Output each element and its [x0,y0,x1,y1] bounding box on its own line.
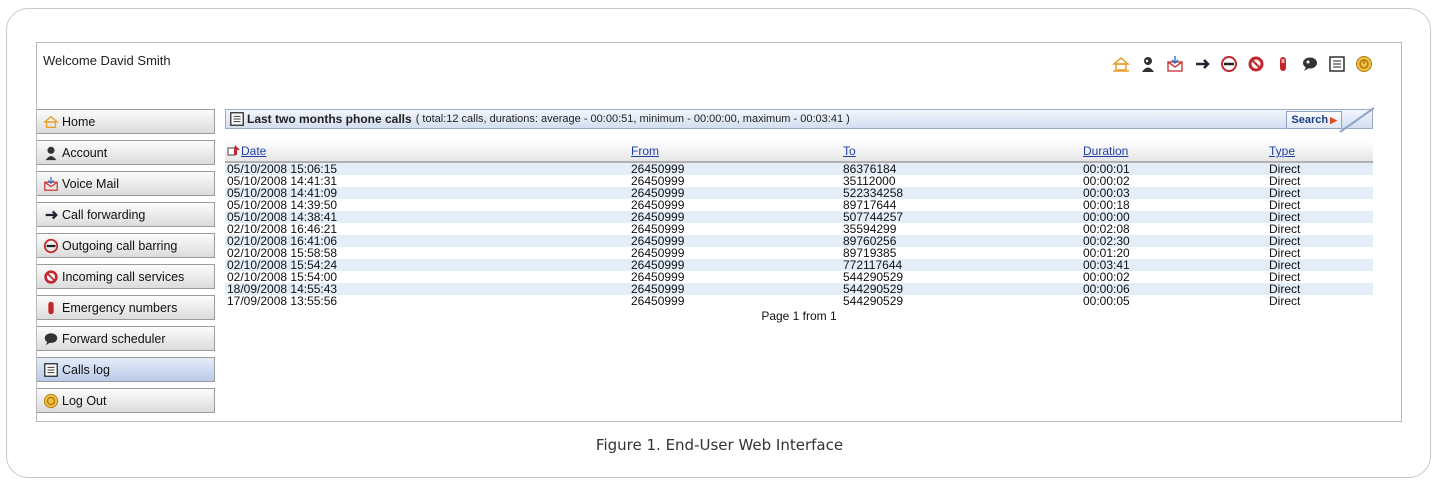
column-header-date[interactable]: Date [225,141,629,163]
figure-caption: Figure 1. End-User Web Interface [595,436,844,454]
sort-by-duration-link[interactable]: Duration [1083,144,1128,158]
table-row: 05/10/2008 14:41:09 26450999 522334258 00:0… [225,187,1373,199]
sort-up-icon [227,145,240,156]
call-forwarding-icon [45,210,58,219]
sidebar-item-label: Outgoing call barring [62,238,178,253]
column-header-from[interactable]: From [629,141,841,163]
sidebar-nav: Home Account Voice Mail Call forwarding … [37,109,215,419]
corner-decoration [1339,107,1375,133]
calls-summary: ( total:12 calls, durations: average - 0… [415,113,850,125]
voicemail-icon[interactable] [1166,55,1184,73]
cell-from: 26450999 [631,294,685,308]
column-header-to[interactable]: To [841,141,1081,163]
sidebar-item-voice-mail[interactable]: Voice Mail [37,171,215,196]
pagination-text: Page 1 from 1 [761,309,837,323]
sort-by-to-link[interactable]: To [843,144,856,158]
sidebar-item-label: Call forwarding [62,207,146,222]
table-header-row: Date From To Duration Type [225,141,1373,163]
incoming-services-icon [44,269,58,284]
table-row: 05/10/2008 14:39:50 26450999 89717644 00:00… [225,199,1373,211]
table-row: 05/10/2008 14:41:31 26450999 35112000 00:00… [225,175,1373,187]
cell-duration: 00:00:05 [1083,294,1130,308]
calls-log-icon [44,362,58,377]
sidebar-item-label: Account [62,145,108,160]
top-toolbar [1112,55,1373,73]
table-row: 02/10/2008 16:41:06 26450999 89760256 00:02… [225,235,1373,247]
logout-icon[interactable] [1355,55,1373,73]
sidebar-item-emergency-numbers[interactable]: Emergency numbers [37,295,215,320]
table-row: 02/10/2008 15:54:00 26450999 544290529 00:0… [225,271,1373,283]
table-row: 05/10/2008 15:06:15 26450999 86376184 00:00… [225,162,1373,175]
sidebar-item-incoming-call-services[interactable]: Incoming call services [37,264,215,289]
sort-by-date-link[interactable]: Date [241,144,266,158]
sort-by-from-link[interactable]: From [631,144,659,158]
scheduler-icon[interactable] [1301,55,1319,73]
sidebar-item-log-out[interactable]: Log Out [37,388,215,413]
sidebar-item-forward-scheduler[interactable]: Forward scheduler [37,326,215,351]
column-header-duration[interactable]: Duration [1081,141,1267,163]
home-icon [43,115,59,128]
table-row: 02/10/2008 15:54:24 26450999 772117644 00:0… [225,259,1373,271]
cell-date: 17/09/2008 13:55:56 [227,294,338,308]
voicemail-icon [44,176,58,191]
sidebar-item-label: Calls log [62,362,110,377]
sidebar-item-label: Forward scheduler [62,331,166,346]
outgoing-barring-icon [43,238,59,253]
sidebar-item-home[interactable]: Home [37,109,215,134]
home-icon[interactable] [1112,55,1130,73]
account-icon[interactable] [1139,55,1157,73]
calls-title: Last two months phone calls [247,112,412,126]
table-row: 02/10/2008 15:58:58 26450999 89719385 00:01… [225,247,1373,259]
call-forwarding-icon[interactable] [1193,55,1211,73]
sort-by-type-link[interactable]: Type [1269,144,1295,158]
calls-title-bar: Last two months phone calls ( total:12 c… [225,107,1375,133]
cell-to: 544290529 [843,294,904,308]
cell-type: Direct [1269,294,1301,308]
sidebar-item-calls-log[interactable]: Calls log [37,357,215,382]
sidebar-item-label: Log Out [62,393,107,408]
table-row: 18/09/2008 14:55:43 26450999 544290529 00:0… [225,283,1373,295]
column-header-type[interactable]: Type [1267,141,1373,163]
incoming-services-icon[interactable] [1247,55,1265,73]
web-interface-screenshot: Welcome David Smith Home Account Voice M… [36,42,1402,422]
welcome-text: Welcome David Smith [43,53,171,68]
emergency-icon [48,301,54,314]
sidebar-item-label: Emergency numbers [62,300,178,315]
scheduler-icon [44,332,58,345]
calls-table: Date From To Duration Type 05/10/2008 15… [225,141,1373,307]
table-row: 17/09/2008 13:55:56 26450999 544290529 00:0… [225,295,1373,307]
table-row: 05/10/2008 14:38:41 26450999 507744257 00:0… [225,211,1373,223]
emergency-icon[interactable] [1274,55,1292,73]
sidebar-item-call-forwarding[interactable]: Call forwarding [37,202,215,227]
sidebar-item-label: Incoming call services [62,269,185,284]
calls-table-body: 05/10/2008 15:06:15 26450999 86376184 00:00… [225,162,1373,307]
sidebar-item-account[interactable]: Account [37,140,215,165]
calls-log-icon[interactable] [1328,55,1346,73]
search-button-label: Search [1291,114,1329,126]
calls-log-icon [230,112,244,126]
sidebar-item-outgoing-call-barring[interactable]: Outgoing call barring [37,233,215,258]
account-icon [45,146,57,160]
sidebar-item-label: Home [62,114,96,129]
sidebar-item-label: Voice Mail [62,176,119,191]
calls-log-panel: Last two months phone calls ( total:12 c… [225,107,1375,323]
search-button[interactable]: Search ▶ [1286,111,1342,129]
logout-icon [43,393,59,408]
outgoing-barring-icon[interactable] [1220,55,1238,73]
table-row: 02/10/2008 16:46:21 26450999 35594299 00:02… [225,223,1373,235]
